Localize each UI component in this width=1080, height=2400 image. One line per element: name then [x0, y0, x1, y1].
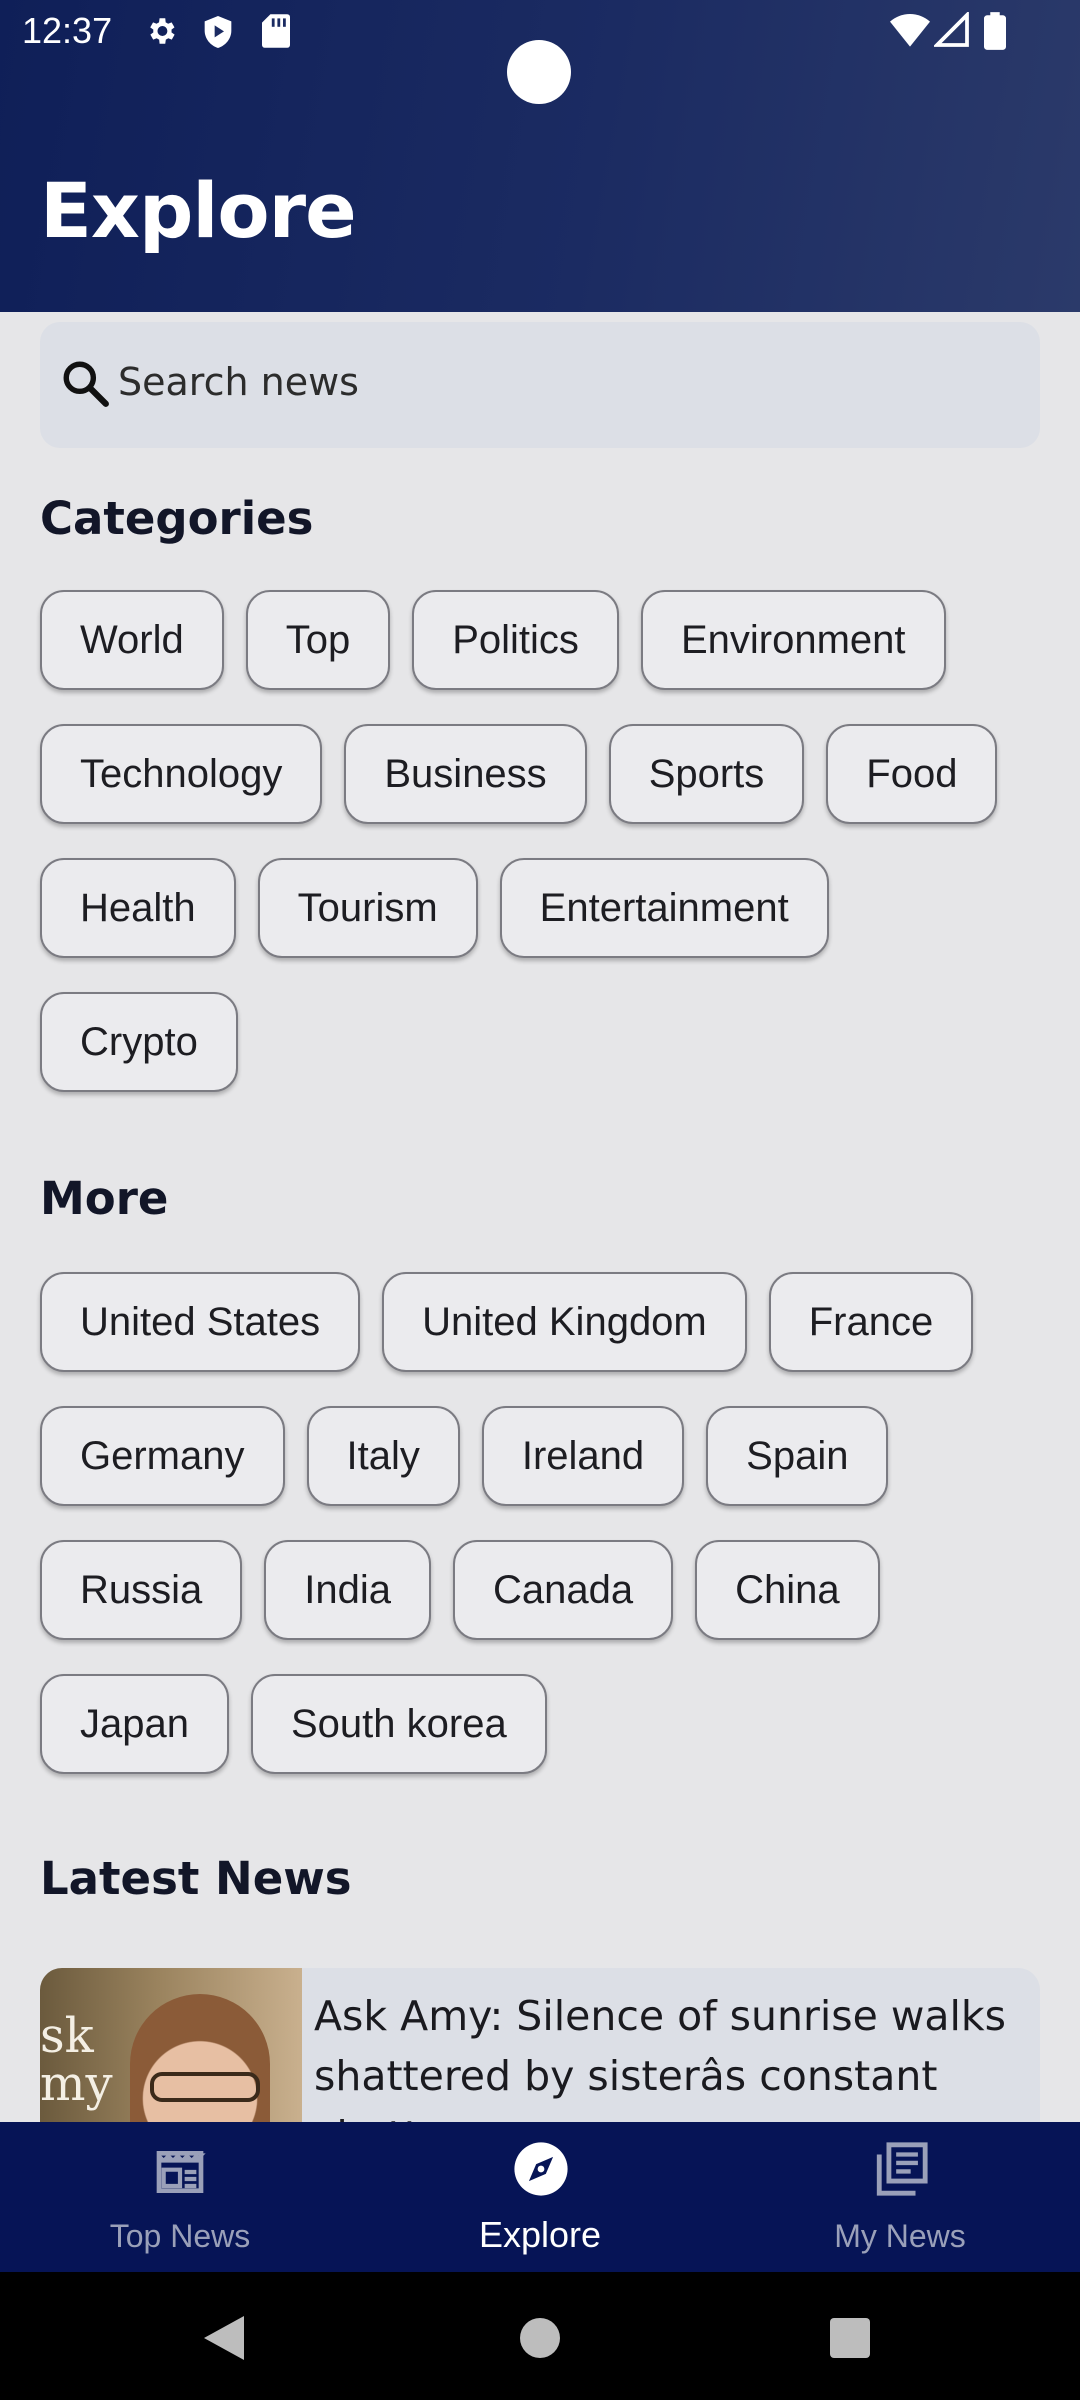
news-thumbnail: sk my [40, 1968, 302, 2122]
chip-row: Russia India Canada China [40, 1540, 1040, 1640]
nav-explore[interactable]: Explore [360, 2122, 720, 2272]
chip-politics[interactable]: Politics [412, 590, 619, 690]
back-icon[interactable] [204, 2316, 244, 2365]
system-navigation-bar [0, 2272, 1080, 2400]
chip-environment[interactable]: Environment [640, 590, 946, 690]
chip-russia[interactable]: Russia [40, 1540, 243, 1640]
nav-top-news[interactable]: Top News [0, 2122, 360, 2272]
app-header: 12:37 Explore [0, 0, 1080, 312]
chip-crypto[interactable]: Crypto [40, 992, 238, 1092]
chip-india[interactable]: India [264, 1540, 432, 1640]
news-card[interactable]: sk my Ask Amy: Silence of sunrise walks … [40, 1968, 1040, 2122]
library-icon [872, 2140, 930, 2203]
chip-united-states[interactable]: United States [40, 1272, 361, 1372]
thumbnail-lettering: sk my [40, 2008, 113, 2112]
chip-entertainment[interactable]: Entertainment [499, 858, 829, 958]
camera-cutout [507, 40, 571, 104]
chip-health[interactable]: Health [40, 858, 236, 958]
chip-technology[interactable]: Technology [40, 724, 323, 824]
chip-row: Technology Business Sports Food [40, 724, 1040, 824]
chip-united-kingdom[interactable]: United Kingdom [382, 1272, 747, 1372]
chip-top[interactable]: Top [245, 590, 391, 690]
status-time: 12:37 [22, 10, 113, 51]
chip-france[interactable]: France [768, 1272, 974, 1372]
latest-news-heading: Latest News [40, 1852, 352, 1905]
newspaper-icon [152, 2144, 208, 2205]
portrait-face [130, 1994, 270, 2122]
bottom-navigation: Top News Explore My News [0, 2122, 1080, 2272]
chip-business[interactable]: Business [344, 724, 587, 824]
wifi-icon [890, 12, 930, 53]
chip-ireland[interactable]: Ireland [481, 1406, 685, 1506]
home-icon[interactable] [520, 2318, 560, 2363]
battery-icon [984, 12, 1006, 55]
settings-icon [144, 14, 178, 53]
categories-chip-group: World Top Politics Environment Technology Bus… [40, 590, 1040, 1126]
search-icon [60, 358, 110, 413]
compass-icon [512, 2140, 570, 2203]
chip-canada[interactable]: Canada [453, 1540, 674, 1640]
chip-world[interactable]: World [40, 590, 224, 690]
chip-italy[interactable]: Italy [306, 1406, 460, 1506]
nav-my-news[interactable]: My News [720, 2122, 1080, 2272]
page-title: Explore [40, 166, 357, 255]
sd-card-icon [262, 14, 290, 53]
nav-label: Top News [109, 2218, 251, 2254]
chip-row: World Top Politics Environment [40, 590, 1040, 690]
portrait-glasses [150, 2072, 260, 2102]
chip-row: Germany Italy Ireland Spain [40, 1406, 1040, 1506]
chip-china[interactable]: China [695, 1540, 880, 1640]
chip-row: United States United Kingdom France [40, 1272, 1040, 1372]
nav-label: Explore [478, 2214, 602, 2255]
chip-row: Health Tourism Entertainment [40, 858, 1040, 958]
categories-heading: Categories [40, 492, 314, 545]
recents-icon[interactable] [830, 2318, 870, 2363]
chip-food[interactable]: Food [826, 724, 998, 824]
chip-row: Crypto [40, 992, 1040, 1092]
chip-japan[interactable]: Japan [40, 1674, 229, 1774]
more-heading: More [40, 1172, 169, 1225]
chip-tourism[interactable]: Tourism [257, 858, 478, 958]
chip-sports[interactable]: Sports [608, 724, 805, 824]
chip-spain[interactable]: Spain [706, 1406, 889, 1506]
nav-label: My News [834, 2218, 966, 2254]
shield-play-icon [202, 14, 234, 55]
search-placeholder: Search news [118, 360, 359, 404]
search-input[interactable]: Search news [40, 322, 1040, 448]
news-title: Ask Amy: Silence of sunrise walks shatte… [314, 1992, 1007, 2122]
cellular-signal-icon [932, 10, 970, 53]
more-chip-group: United States United Kingdom France Germany… [40, 1272, 1040, 1808]
main-content[interactable]: Search news Categories World Top Politics E… [0, 312, 1080, 2122]
chip-row: Japan South korea [40, 1674, 1040, 1774]
chip-south-korea[interactable]: South korea [250, 1674, 547, 1774]
chip-germany[interactable]: Germany [40, 1406, 285, 1506]
